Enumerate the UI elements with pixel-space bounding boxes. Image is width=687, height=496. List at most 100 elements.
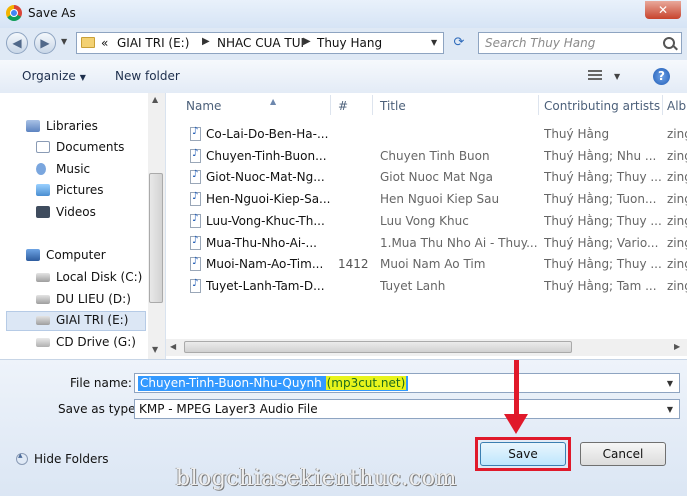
save-form: File name: Chuyen-Tinh-Buon-Nhu-Quynh (m… bbox=[0, 359, 687, 496]
column-divider[interactable] bbox=[662, 95, 663, 115]
horizontal-scroll-thumb[interactable] bbox=[184, 341, 572, 353]
contributing-artists: Thuý Hằng; Vario... bbox=[544, 235, 659, 250]
videos-icon bbox=[36, 206, 50, 218]
table-row[interactable]: Co-Lai-Do-Ben-Ha-... Thuý Hằng zing bbox=[166, 124, 687, 145]
column-header-artists[interactable]: Contributing artists bbox=[544, 99, 660, 123]
track-title: Chuyen Tinh Buon bbox=[380, 148, 490, 163]
save-button[interactable]: Save bbox=[480, 442, 566, 466]
track-title: Muoi Nam Ao Tim bbox=[380, 257, 486, 272]
address-bar[interactable]: « GIAI TRI (E:) ▶ NHAC CUA TUI ▶ Thuy Ha… bbox=[76, 32, 444, 54]
recent-pages-dropdown[interactable]: ▼ bbox=[61, 37, 67, 46]
album: zing bbox=[667, 148, 687, 163]
track-title: 1.Mua Thu Nho Ai - Thuy... bbox=[380, 235, 538, 250]
breadcrumb-separator-icon[interactable]: ▶ bbox=[303, 36, 311, 47]
search-placeholder: Search Thuy Hang bbox=[485, 36, 596, 50]
nav-scroll-thumb[interactable] bbox=[149, 173, 163, 303]
contributing-artists: Thuý Hằng; Thuy ... bbox=[544, 170, 662, 185]
column-header-number[interactable]: # bbox=[338, 99, 348, 123]
view-dropdown-icon[interactable]: ▼ bbox=[614, 72, 620, 81]
album: zing bbox=[667, 278, 687, 293]
contributing-artists: Thuý Hằng; Nhu ... bbox=[544, 148, 657, 163]
drive-icon bbox=[36, 273, 50, 282]
scroll-left-icon[interactable]: ◀ bbox=[170, 342, 176, 351]
drive-icon bbox=[36, 295, 50, 304]
breadcrumb-current[interactable]: Thuy Hang bbox=[317, 36, 382, 50]
navigation-pane: Libraries Documents Music Pictures Video… bbox=[0, 93, 166, 359]
column-header-album[interactable]: Albu bbox=[667, 99, 687, 123]
organize-menu[interactable]: Organize ▼ bbox=[22, 69, 86, 83]
save-type-select[interactable]: KMP - MPEG Layer3 Audio File ▼ bbox=[134, 399, 680, 419]
file-name: Luu-Vong-Khuc-Th... bbox=[206, 213, 325, 228]
back-button[interactable]: ◀ bbox=[6, 32, 28, 54]
column-divider[interactable] bbox=[538, 95, 539, 115]
audio-file-icon bbox=[190, 169, 201, 185]
contributing-artists: Thuý Hằng; Thuy ... bbox=[544, 257, 662, 272]
search-box[interactable]: Search Thuy Hang bbox=[478, 32, 682, 54]
album: zing bbox=[667, 170, 687, 185]
breadcrumb-overflow[interactable]: « bbox=[101, 36, 108, 50]
file-name: Giot-Nuoc-Mat-Ng... bbox=[206, 170, 325, 185]
track-title: Luu Vong Khuc bbox=[380, 213, 469, 228]
window-title: Save As bbox=[28, 6, 76, 20]
table-row[interactable]: Tuyet-Lanh-Tam-D... Tuyet Lanh Thuý Hằng; … bbox=[166, 276, 687, 297]
horizontal-scrollbar[interactable]: ◀ ▶ bbox=[166, 339, 687, 356]
forward-button[interactable]: ▶ bbox=[34, 32, 56, 54]
red-arrow-annotation bbox=[504, 360, 528, 440]
column-divider[interactable] bbox=[330, 95, 331, 115]
table-row[interactable]: Giot-Nuoc-Mat-Ng... Giot Nuoc Mat Nga Thuý… bbox=[166, 167, 687, 188]
chevron-down-icon[interactable]: ▼ bbox=[667, 405, 673, 414]
file-list: ▲Name # Title Contributing artists Albu … bbox=[166, 93, 687, 359]
scroll-up-icon[interactable]: ▲ bbox=[152, 95, 158, 104]
column-divider[interactable] bbox=[372, 95, 373, 115]
album: zing bbox=[667, 213, 687, 228]
cd-drive-icon bbox=[36, 338, 50, 347]
file-name-text: Chuyen-Tinh-Buon-Nhu-Quynh bbox=[140, 376, 326, 390]
table-row[interactable]: Hen-Nguoi-Kiep-Sa... Hen Nguoi Kiep Sau Th… bbox=[166, 189, 687, 210]
file-name: Co-Lai-Do-Ben-Ha-... bbox=[206, 127, 329, 141]
table-row[interactable]: Muoi-Nam-Ao-Tim... 1412 Muoi Nam Ao Tim Thu… bbox=[166, 254, 687, 275]
save-type-label: Save as type: bbox=[58, 402, 140, 416]
hide-folders-toggle[interactable]: Hide Folders bbox=[16, 451, 109, 466]
contributing-artists: Thuý Hằng bbox=[544, 127, 610, 141]
libraries-icon bbox=[26, 120, 40, 132]
album: zing bbox=[667, 127, 687, 141]
audio-file-icon bbox=[190, 256, 201, 272]
album: zing bbox=[667, 192, 687, 207]
save-type-value: KMP - MPEG Layer3 Audio File bbox=[139, 402, 318, 416]
view-options-icon[interactable] bbox=[588, 70, 602, 82]
chevron-down-icon: ▼ bbox=[79, 73, 86, 82]
table-row[interactable]: Luu-Vong-Khuc-Th... Luu Vong Khuc Thuý Hằn… bbox=[166, 211, 687, 232]
column-header-name[interactable]: ▲ Name bbox=[186, 97, 276, 123]
search-icon[interactable] bbox=[663, 37, 675, 49]
file-name-highlight: (mp3cut.net) bbox=[325, 376, 407, 390]
table-row[interactable]: Mua-Thu-Nho-Ai-... 1.Mua Thu Nho Ai - Thu… bbox=[166, 233, 687, 254]
cancel-button[interactable]: Cancel bbox=[580, 442, 666, 466]
file-name: Chuyen-Tinh-Buon... bbox=[206, 148, 327, 163]
track-title: Giot Nuoc Mat Nga bbox=[380, 170, 494, 185]
file-name-dropdown-icon[interactable]: ▼ bbox=[667, 379, 673, 388]
audio-file-icon bbox=[190, 278, 201, 293]
new-folder-button[interactable]: New folder bbox=[115, 69, 180, 83]
address-history-dropdown[interactable]: ▼ bbox=[431, 38, 437, 47]
file-name-value: Chuyen-Tinh-Buon-Nhu-Quynh (mp3cut.net) bbox=[138, 376, 409, 391]
documents-icon bbox=[36, 141, 50, 153]
scroll-down-icon[interactable]: ▼ bbox=[152, 345, 158, 354]
column-header-title[interactable]: Title bbox=[380, 99, 406, 123]
file-name-field[interactable]: Chuyen-Tinh-Buon-Nhu-Quynh (mp3cut.net) … bbox=[134, 373, 680, 393]
audio-file-icon bbox=[190, 126, 201, 141]
album: zing bbox=[667, 257, 687, 272]
help-icon[interactable]: ? bbox=[653, 68, 670, 85]
refresh-icon[interactable]: ⟳ bbox=[446, 32, 472, 54]
table-row[interactable]: Chuyen-Tinh-Buon... Chuyen Tinh Buon Thuý … bbox=[166, 146, 687, 167]
close-button[interactable]: ✕ bbox=[645, 1, 681, 19]
breadcrumb-folder[interactable]: NHAC CUA TUI bbox=[217, 36, 304, 50]
title-bar: Save As ✕ bbox=[0, 0, 687, 29]
breadcrumb-separator-icon[interactable]: ▶ bbox=[202, 36, 210, 47]
computer-icon bbox=[26, 249, 40, 261]
chrome-icon bbox=[6, 5, 22, 21]
collapse-icon bbox=[16, 451, 28, 465]
folder-icon bbox=[81, 37, 95, 48]
scroll-right-icon[interactable]: ▶ bbox=[674, 342, 680, 351]
file-name: Mua-Thu-Nho-Ai-... bbox=[206, 235, 317, 250]
breadcrumb-drive[interactable]: GIAI TRI (E:) bbox=[117, 36, 189, 50]
